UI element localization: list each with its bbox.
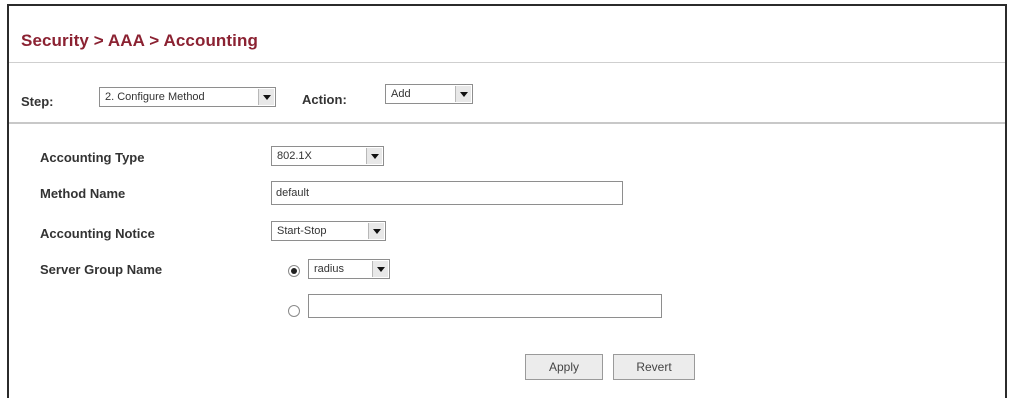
chevron-down-icon[interactable] [455, 86, 471, 102]
chevron-down-icon[interactable] [368, 223, 384, 239]
accounting-type-select[interactable]: 802.1X [271, 146, 384, 166]
action-select-value: Add [391, 88, 411, 100]
accounting-type-label: Accounting Type [40, 150, 145, 165]
server-group-label: Server Group Name [40, 262, 163, 277]
server-group-select-value: radius [314, 263, 344, 275]
step-label: Step: [21, 94, 54, 109]
server-group-text-input[interactable] [308, 294, 662, 318]
chevron-down-icon[interactable] [372, 261, 388, 277]
accounting-type-value: 802.1X [277, 150, 312, 162]
method-name-label: Method Name [40, 186, 126, 201]
method-name-input[interactable]: default [271, 181, 623, 205]
server-group-select[interactable]: radius [308, 259, 390, 279]
action-label: Action: [302, 92, 347, 107]
chevron-down-icon[interactable] [258, 89, 274, 105]
accounting-notice-label: Accounting Notice [40, 226, 155, 241]
accounting-notice-select[interactable]: Start-Stop [271, 221, 386, 241]
revert-button[interactable]: Revert [613, 354, 695, 380]
method-name-value: default [276, 187, 310, 199]
server-group-text-radio[interactable] [288, 305, 300, 317]
chevron-down-icon[interactable] [366, 148, 382, 164]
page-title: Security > AAA > Accounting [21, 31, 258, 50]
step-select-value: 2. Configure Method [105, 91, 205, 103]
server-group-select-radio[interactable] [288, 265, 300, 277]
action-select[interactable]: Add [385, 84, 473, 104]
step-bar: Step: 2. Configure Method Action: Add [9, 78, 1005, 124]
title-bar: Security > AAA > Accounting [9, 6, 1005, 63]
accounting-notice-value: Start-Stop [277, 225, 327, 237]
step-select[interactable]: 2. Configure Method [99, 87, 276, 107]
page-frame: Security > AAA > Accounting Step: 2. Con… [7, 4, 1007, 398]
apply-button[interactable]: Apply [525, 354, 603, 380]
